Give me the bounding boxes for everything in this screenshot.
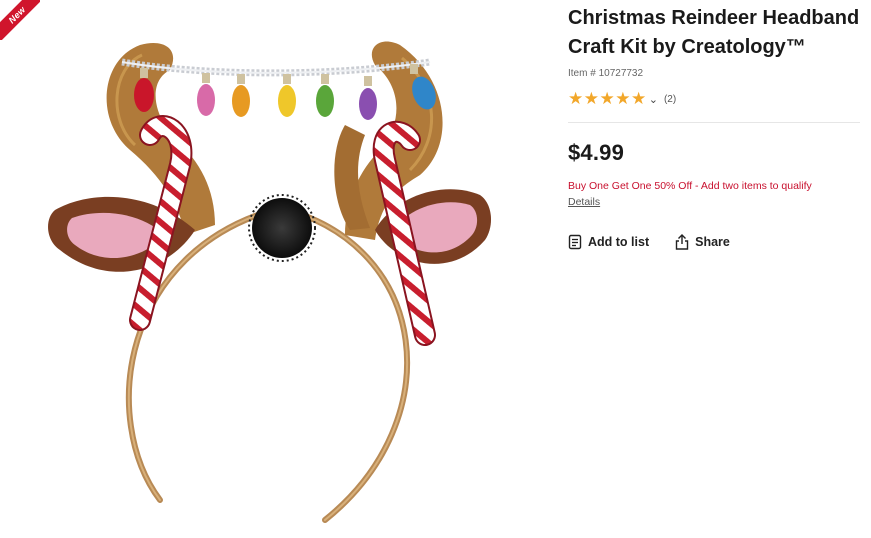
divider xyxy=(568,122,860,123)
star-icon: ★ xyxy=(631,89,647,108)
add-to-list-label: Add to list xyxy=(588,235,650,249)
star-icon: ★ xyxy=(583,89,599,108)
star-icon: ★ xyxy=(568,89,584,108)
chevron-down-icon[interactable]: ⌄ xyxy=(649,93,658,106)
product-image-area[interactable]: New xyxy=(0,0,545,538)
star-icon: ★ xyxy=(615,89,631,108)
details-link[interactable]: Details xyxy=(568,196,600,208)
clipboard-list-icon xyxy=(568,234,582,250)
share-icon xyxy=(675,234,689,250)
review-count[interactable]: (2) xyxy=(664,94,676,105)
share-label: Share xyxy=(695,235,730,249)
rating-row[interactable]: ★ ★ ★ ★ ★ ⌄ (2) xyxy=(568,89,860,108)
promo-text: Buy One Get One 50% Off - Add two items … xyxy=(568,180,812,192)
add-to-list-button[interactable]: Add to list xyxy=(568,234,649,250)
price: $4.99 xyxy=(568,140,625,165)
item-number: Item # 10727732 xyxy=(568,68,644,79)
product-title: Christmas Reindeer Headband Craft Kit by… xyxy=(568,7,860,58)
star-icon: ★ xyxy=(599,89,615,108)
share-button[interactable]: Share xyxy=(675,234,730,250)
product-info-panel: Christmas Reindeer Headband Craft Kit by… xyxy=(568,0,860,250)
product-image xyxy=(48,41,492,523)
action-row: Add to list Share xyxy=(568,234,860,250)
